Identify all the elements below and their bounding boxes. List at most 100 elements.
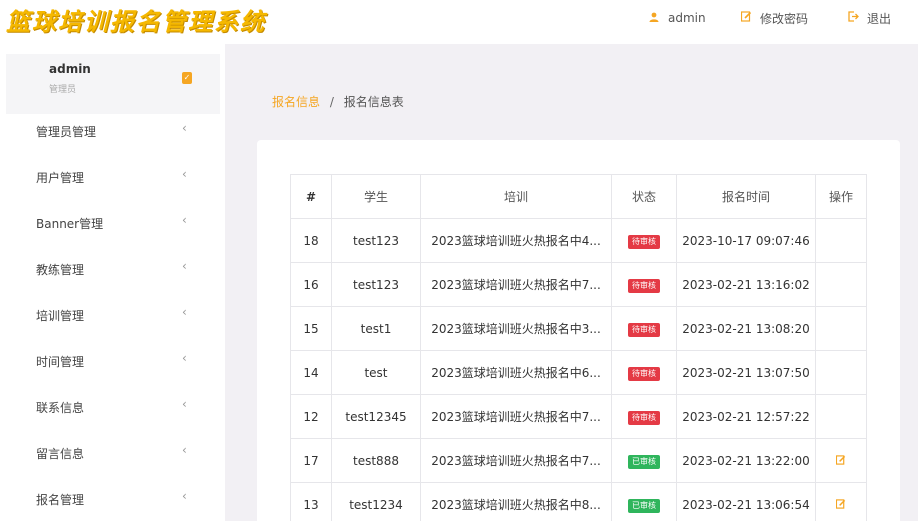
cell-training: 2023篮球培训班火热报名中3... bbox=[420, 306, 612, 351]
status-badge: 待审核 bbox=[628, 278, 660, 293]
chevron-left-icon: ‹ bbox=[182, 443, 187, 457]
chevron-left-icon: ‹ bbox=[182, 167, 187, 181]
column-header-status: 状态 bbox=[611, 174, 677, 219]
status-badge: 待审核 bbox=[628, 410, 660, 425]
logout-link[interactable]: 退出 bbox=[847, 9, 891, 27]
table-row: 13 test1234 2023篮球培训班火热报名中8... 已审核 2023-02-2… bbox=[290, 482, 867, 521]
cell-id: 15 bbox=[290, 306, 332, 351]
table-row: 14 test 2023篮球培训班火热报名中6... 待审核 2023-02-21 13… bbox=[290, 350, 867, 395]
logout-icon bbox=[847, 11, 859, 25]
cell-student: test123 bbox=[331, 262, 421, 307]
chevron-left-icon: ‹ bbox=[182, 121, 187, 135]
cell-training: 2023篮球培训班火热报名中8... bbox=[420, 482, 612, 521]
header-user-link[interactable]: admin bbox=[648, 9, 706, 27]
sidebar-item-time-management[interactable]: 时间管理 ‹ bbox=[0, 338, 225, 384]
cell-training: 2023篮球培训班火热报名中7... bbox=[420, 394, 612, 439]
cell-status: 已审核 bbox=[611, 438, 677, 483]
sidebar-item-label: Banner管理 bbox=[36, 217, 104, 231]
cell-status: 待审核 bbox=[611, 306, 677, 351]
sidebar-item-label: 留言信息 bbox=[36, 447, 85, 461]
cell-student: test1 bbox=[331, 306, 421, 351]
chevron-left-icon: ‹ bbox=[182, 305, 187, 319]
user-badge-icon: ✓ bbox=[182, 72, 192, 84]
chevron-left-icon: ‹ bbox=[182, 489, 187, 503]
table-row: 16 test123 2023篮球培训班火热报名中7... 待审核 2023-02-21… bbox=[290, 262, 867, 307]
cell-time: 2023-02-21 13:07:50 bbox=[676, 350, 816, 395]
cell-id: 17 bbox=[290, 438, 332, 483]
cell-student: test1234 bbox=[331, 482, 421, 521]
column-header-action: 操作 bbox=[815, 174, 867, 219]
chevron-left-icon: ‹ bbox=[182, 397, 187, 411]
top-header: 篮球培训报名管理系统 admin 修改密码 退出 bbox=[0, 0, 918, 44]
chevron-left-icon: ‹ bbox=[182, 259, 187, 273]
cell-id: 12 bbox=[290, 394, 332, 439]
column-header-student: 学生 bbox=[331, 174, 421, 219]
sidebar-item-training-management[interactable]: 培训管理 ‹ bbox=[0, 292, 225, 338]
cell-training: 2023篮球培训班火热报名中7... bbox=[420, 438, 612, 483]
edit-icon bbox=[740, 11, 752, 25]
sidebar-item-banner-management[interactable]: Banner管理 ‹ bbox=[0, 200, 225, 246]
breadcrumb-parent-link[interactable]: 报名信息 bbox=[272, 95, 320, 109]
action-cell bbox=[815, 306, 867, 351]
sidebar-item-label: 用户管理 bbox=[36, 171, 85, 185]
status-badge: 待审核 bbox=[628, 366, 660, 381]
sidebar-user-role: 管理员 bbox=[49, 85, 77, 95]
cell-time: 2023-02-21 13:08:20 bbox=[676, 306, 816, 351]
breadcrumb-current: 报名信息表 bbox=[343, 95, 404, 109]
edit-icon[interactable] bbox=[835, 498, 846, 512]
cell-time: 2023-02-21 13:16:02 bbox=[676, 262, 816, 307]
cell-training: 2023篮球培训班火热报名中4... bbox=[420, 218, 612, 263]
action-cell bbox=[815, 438, 867, 483]
cell-time: 2023-02-21 13:22:00 bbox=[676, 438, 816, 483]
cell-id: 14 bbox=[290, 350, 332, 395]
column-header-id: # bbox=[290, 174, 332, 219]
breadcrumb-separator: / bbox=[329, 95, 334, 109]
status-badge: 已审核 bbox=[628, 454, 660, 469]
cell-time: 2023-02-21 12:57:22 bbox=[676, 394, 816, 439]
edit-icon[interactable] bbox=[835, 454, 846, 468]
table-row: 17 test888 2023篮球培训班火热报名中7... 已审核 2023-02-21… bbox=[290, 438, 867, 483]
chevron-left-icon: ‹ bbox=[182, 351, 187, 365]
cell-status: 已审核 bbox=[611, 482, 677, 521]
sidebar-item-coach-management[interactable]: 教练管理 ‹ bbox=[0, 246, 225, 292]
table-row: 18 test123 2023篮球培训班火热报名中4... 待审核 2023-10-17… bbox=[290, 218, 867, 263]
header-user-label: admin bbox=[668, 11, 706, 25]
sidebar-item-label: 管理员管理 bbox=[36, 125, 97, 139]
table-header-row: # 学生 培训 状态 报名时间 操作 bbox=[290, 174, 867, 219]
action-cell bbox=[815, 482, 867, 521]
user-icon bbox=[648, 12, 660, 25]
action-cell bbox=[815, 350, 867, 395]
action-cell bbox=[815, 218, 867, 263]
sidebar-item-label: 教练管理 bbox=[36, 263, 85, 277]
cell-student: test123 bbox=[331, 218, 421, 263]
cell-student: test bbox=[331, 350, 421, 395]
cell-status: 待审核 bbox=[611, 218, 677, 263]
sidebar-item-message-info[interactable]: 留言信息 ‹ bbox=[0, 430, 225, 476]
cell-training: 2023篮球培训班火热报名中7... bbox=[420, 262, 612, 307]
column-header-training: 培训 bbox=[420, 174, 612, 219]
sidebar-item-label: 培训管理 bbox=[36, 309, 85, 323]
signup-table: # 学生 培训 状态 报名时间 操作 18 test123 2023篮球培训班火热报… bbox=[290, 174, 867, 521]
status-badge: 待审核 bbox=[628, 322, 660, 337]
action-cell bbox=[815, 262, 867, 307]
cell-id: 16 bbox=[290, 262, 332, 307]
cell-id: 18 bbox=[290, 218, 332, 263]
sidebar-item-signup-management[interactable]: 报名管理 ‹ bbox=[0, 476, 225, 521]
app-logo-title: 篮球培训报名管理系统 bbox=[6, 7, 266, 36]
sidebar: admin 管理员 ✓ 管理员管理 ‹ 用户管理 ‹ Banner管理 ‹ 教练… bbox=[0, 44, 225, 521]
table-row: 15 test1 2023篮球培训班火热报名中3... 待审核 2023-02-21 1… bbox=[290, 306, 867, 351]
cell-time: 2023-02-21 13:06:54 bbox=[676, 482, 816, 521]
sidebar-item-contact-info[interactable]: 联系信息 ‹ bbox=[0, 384, 225, 430]
sidebar-item-label: 时间管理 bbox=[36, 355, 85, 369]
cell-id: 13 bbox=[290, 482, 332, 521]
status-badge: 待审核 bbox=[628, 234, 660, 249]
change-password-label: 修改密码 bbox=[760, 11, 809, 26]
table-card: # 学生 培训 状态 报名时间 操作 18 test123 2023篮球培训班火热报… bbox=[257, 140, 900, 521]
cell-status: 待审核 bbox=[611, 350, 677, 395]
sidebar-item-user-management[interactable]: 用户管理 ‹ bbox=[0, 154, 225, 200]
logout-label: 退出 bbox=[867, 11, 892, 26]
change-password-link[interactable]: 修改密码 bbox=[740, 9, 808, 27]
sidebar-item-admin-management[interactable]: 管理员管理 ‹ bbox=[0, 108, 225, 154]
sidebar-item-label: 联系信息 bbox=[36, 401, 85, 415]
cell-training: 2023篮球培训班火热报名中6... bbox=[420, 350, 612, 395]
